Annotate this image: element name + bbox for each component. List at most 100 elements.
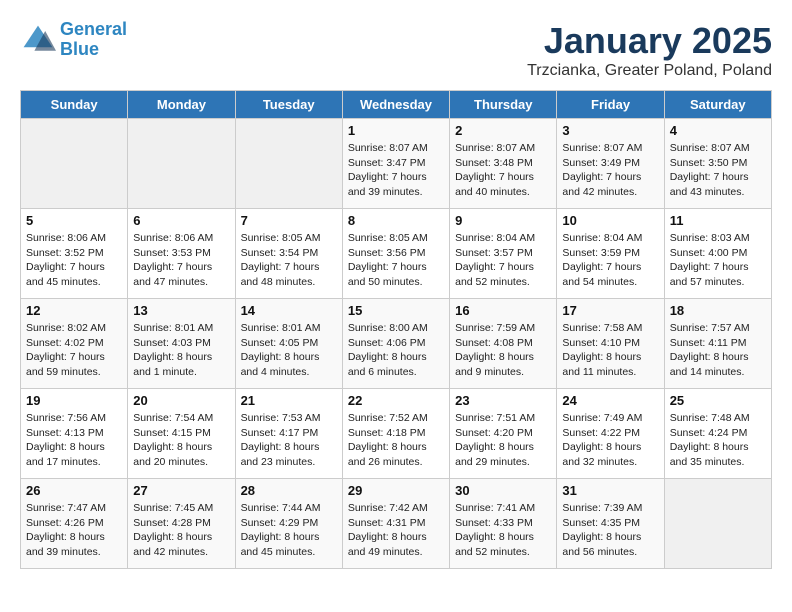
weekday-header-row: SundayMondayTuesdayWednesdayThursdayFrid…: [21, 91, 772, 119]
calendar-week-row: 26 Sunrise: 7:47 AMSunset: 4:26 PMDayligh…: [21, 479, 772, 569]
weekday-header-saturday: Saturday: [664, 91, 771, 119]
day-number: 29: [348, 483, 444, 498]
logo-icon: [20, 22, 56, 58]
day-number: 10: [562, 213, 658, 228]
day-info: Sunrise: 7:45 AMSunset: 4:28 PMDaylight:…: [133, 501, 229, 560]
calendar-cell: 6 Sunrise: 8:06 AMSunset: 3:53 PMDaylight…: [128, 209, 235, 299]
calendar-cell: 1Sunrise: 8:07 AMSunset: 3:47 PMDaylight…: [342, 119, 449, 209]
day-info: Sunrise: 8:04 AMSunset: 3:57 PMDaylight:…: [455, 231, 551, 290]
calendar-week-row: 5Sunrise: 8:06 AMSunset: 3:52 PMDaylight…: [21, 209, 772, 299]
weekday-header-sunday: Sunday: [21, 91, 128, 119]
calendar-cell: 22Sunrise: 7:52 AMSunset: 4:18 PMDayligh…: [342, 389, 449, 479]
calendar-cell: 30 Sunrise: 7:41 AMSunset: 4:33 PMDayligh…: [450, 479, 557, 569]
day-info: Sunrise: 8:06 AMSunset: 3:53 PMDaylight:…: [133, 231, 229, 290]
header: General Blue January 2025 Trzcianka, Gre…: [20, 20, 772, 80]
day-number: 26: [26, 483, 122, 498]
calendar-cell: [128, 119, 235, 209]
calendar-cell: 18 Sunrise: 7:57 AMSunset: 4:11 PMDayligh…: [664, 299, 771, 389]
day-info: Sunrise: 7:53 AMSunset: 4:17 PMDaylight:…: [241, 411, 337, 470]
weekday-header-tuesday: Tuesday: [235, 91, 342, 119]
calendar-cell: 17 Sunrise: 7:58 AMSunset: 4:10 PMDayligh…: [557, 299, 664, 389]
day-number: 2: [455, 123, 551, 138]
day-number: 12: [26, 303, 122, 318]
day-info: Sunrise: 7:47 AMSunset: 4:26 PMDaylight:…: [26, 501, 122, 560]
day-number: 5: [26, 213, 122, 228]
day-number: 30: [455, 483, 551, 498]
calendar-cell: 8 Sunrise: 8:05 AMSunset: 3:56 PMDaylight…: [342, 209, 449, 299]
day-info: Sunrise: 8:07 AMSunset: 3:49 PMDaylight:…: [562, 141, 658, 200]
day-info: Sunrise: 7:58 AMSunset: 4:10 PMDaylight:…: [562, 321, 658, 380]
calendar-cell: 12 Sunrise: 8:02 AMSunset: 4:02 PMDayligh…: [21, 299, 128, 389]
calendar-cell: 11 Sunrise: 8:03 AMSunset: 4:00 PMDayligh…: [664, 209, 771, 299]
calendar-title: January 2025: [527, 20, 772, 62]
day-number: 9: [455, 213, 551, 228]
day-info: Sunrise: 8:02 AMSunset: 4:02 PMDaylight:…: [26, 321, 122, 380]
day-number: 14: [241, 303, 337, 318]
calendar-subtitle: Trzcianka, Greater Poland, Poland: [527, 62, 772, 80]
day-info: Sunrise: 8:03 AMSunset: 4:00 PMDaylight:…: [670, 231, 766, 290]
day-info: Sunrise: 8:04 AMSunset: 3:59 PMDaylight:…: [562, 231, 658, 290]
calendar-cell: [235, 119, 342, 209]
day-number: 19: [26, 393, 122, 408]
calendar-cell: 23 Sunrise: 7:51 AMSunset: 4:20 PMDayligh…: [450, 389, 557, 479]
logo-blue: Blue: [60, 39, 99, 59]
calendar-cell: 31 Sunrise: 7:39 AMSunset: 4:35 PMDayligh…: [557, 479, 664, 569]
calendar-cell: 4 Sunrise: 8:07 AMSunset: 3:50 PMDaylight…: [664, 119, 771, 209]
calendar-week-row: 19 Sunrise: 7:56 AMSunset: 4:13 PMDayligh…: [21, 389, 772, 479]
calendar-cell: 25Sunrise: 7:48 AMSunset: 4:24 PMDayligh…: [664, 389, 771, 479]
calendar-cell: 10 Sunrise: 8:04 AMSunset: 3:59 PMDayligh…: [557, 209, 664, 299]
weekday-header-wednesday: Wednesday: [342, 91, 449, 119]
logo-text: General Blue: [60, 20, 127, 60]
day-number: 16: [455, 303, 551, 318]
day-info: Sunrise: 7:52 AMSunset: 4:18 PMDaylight:…: [348, 411, 444, 470]
calendar-cell: 14 Sunrise: 8:01 AMSunset: 4:05 PMDayligh…: [235, 299, 342, 389]
day-info: Sunrise: 7:39 AMSunset: 4:35 PMDaylight:…: [562, 501, 658, 560]
calendar-cell: 7 Sunrise: 8:05 AMSunset: 3:54 PMDaylight…: [235, 209, 342, 299]
day-number: 4: [670, 123, 766, 138]
calendar-cell: 28 Sunrise: 7:44 AMSunset: 4:29 PMDayligh…: [235, 479, 342, 569]
day-info: Sunrise: 7:57 AMSunset: 4:11 PMDaylight:…: [670, 321, 766, 380]
day-number: 11: [670, 213, 766, 228]
day-info: Sunrise: 7:41 AMSunset: 4:33 PMDaylight:…: [455, 501, 551, 560]
calendar-cell: 3Sunrise: 8:07 AMSunset: 3:49 PMDaylight…: [557, 119, 664, 209]
weekday-header-thursday: Thursday: [450, 91, 557, 119]
logo-general: General: [60, 19, 127, 39]
day-info: Sunrise: 8:05 AMSunset: 3:56 PMDaylight:…: [348, 231, 444, 290]
calendar-cell: 21 Sunrise: 7:53 AMSunset: 4:17 PMDayligh…: [235, 389, 342, 479]
day-number: 17: [562, 303, 658, 318]
day-number: 28: [241, 483, 337, 498]
calendar-cell: 5Sunrise: 8:06 AMSunset: 3:52 PMDaylight…: [21, 209, 128, 299]
day-number: 18: [670, 303, 766, 318]
calendar-cell: 16 Sunrise: 7:59 AMSunset: 4:08 PMDayligh…: [450, 299, 557, 389]
day-number: 23: [455, 393, 551, 408]
day-info: Sunrise: 8:05 AMSunset: 3:54 PMDaylight:…: [241, 231, 337, 290]
day-info: Sunrise: 8:01 AMSunset: 4:03 PMDaylight:…: [133, 321, 229, 380]
calendar-cell: 9 Sunrise: 8:04 AMSunset: 3:57 PMDaylight…: [450, 209, 557, 299]
day-info: Sunrise: 7:59 AMSunset: 4:08 PMDaylight:…: [455, 321, 551, 380]
calendar-cell: 29Sunrise: 7:42 AMSunset: 4:31 PMDayligh…: [342, 479, 449, 569]
calendar-cell: [21, 119, 128, 209]
day-number: 6: [133, 213, 229, 228]
day-info: Sunrise: 7:44 AMSunset: 4:29 PMDaylight:…: [241, 501, 337, 560]
day-number: 21: [241, 393, 337, 408]
day-number: 31: [562, 483, 658, 498]
calendar-cell: 20Sunrise: 7:54 AMSunset: 4:15 PMDayligh…: [128, 389, 235, 479]
day-info: Sunrise: 8:07 AMSunset: 3:48 PMDaylight:…: [455, 141, 551, 200]
day-number: 13: [133, 303, 229, 318]
title-area: January 2025 Trzcianka, Greater Poland, …: [527, 20, 772, 80]
day-number: 1: [348, 123, 444, 138]
day-number: 7: [241, 213, 337, 228]
calendar-cell: 15Sunrise: 8:00 AMSunset: 4:06 PMDayligh…: [342, 299, 449, 389]
day-info: Sunrise: 8:07 AMSunset: 3:50 PMDaylight:…: [670, 141, 766, 200]
day-info: Sunrise: 7:54 AMSunset: 4:15 PMDaylight:…: [133, 411, 229, 470]
calendar-week-row: 12 Sunrise: 8:02 AMSunset: 4:02 PMDayligh…: [21, 299, 772, 389]
calendar-cell: 27 Sunrise: 7:45 AMSunset: 4:28 PMDayligh…: [128, 479, 235, 569]
day-info: Sunrise: 7:56 AMSunset: 4:13 PMDaylight:…: [26, 411, 122, 470]
day-number: 8: [348, 213, 444, 228]
day-number: 27: [133, 483, 229, 498]
calendar-cell: [664, 479, 771, 569]
day-info: Sunrise: 7:51 AMSunset: 4:20 PMDaylight:…: [455, 411, 551, 470]
day-info: Sunrise: 8:01 AMSunset: 4:05 PMDaylight:…: [241, 321, 337, 380]
weekday-header-friday: Friday: [557, 91, 664, 119]
day-number: 15: [348, 303, 444, 318]
